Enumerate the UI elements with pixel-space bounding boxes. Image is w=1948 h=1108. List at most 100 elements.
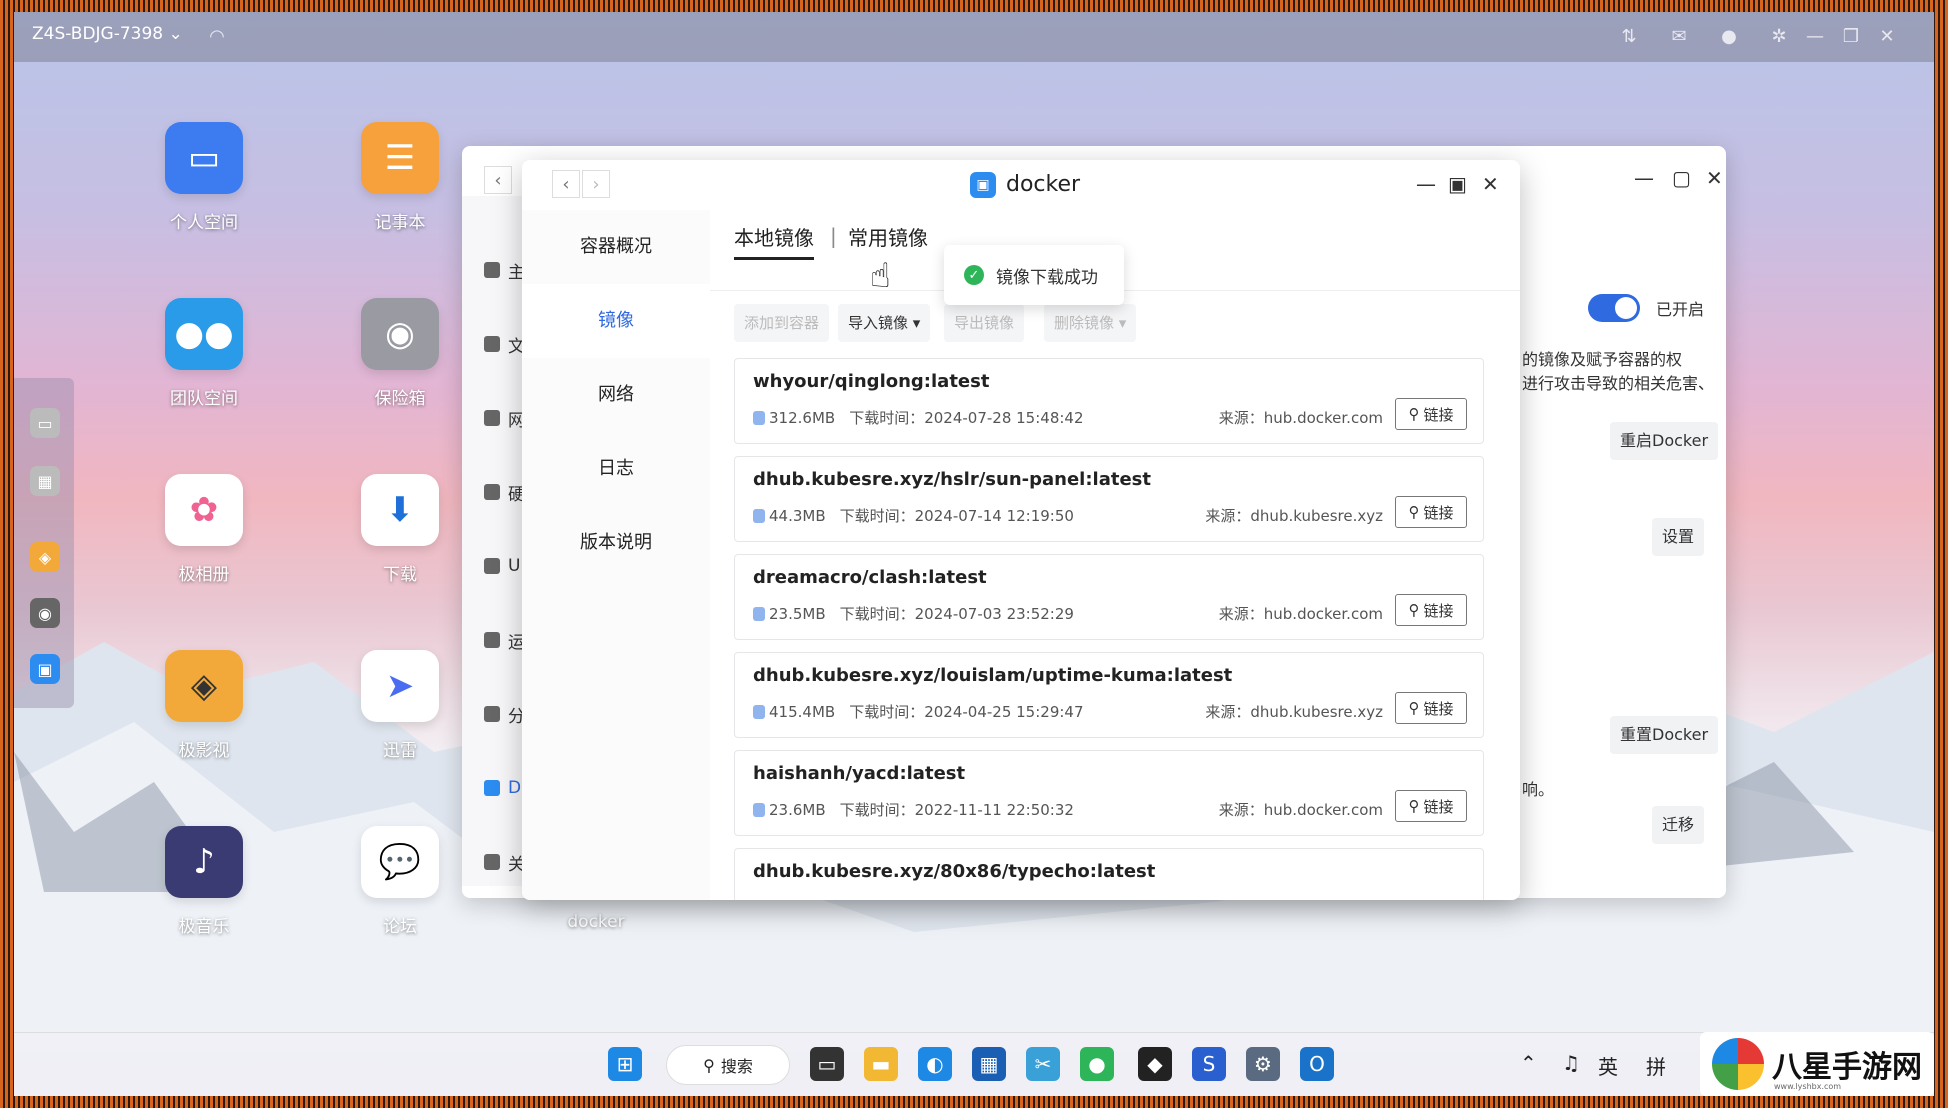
image-size-text: 415.4MB: [769, 702, 836, 721]
maximize-button[interactable]: ▣: [1448, 172, 1467, 196]
image-size: 415.4MB: [753, 703, 835, 721]
add-to-container-button[interactable]: 添加到容器: [734, 304, 830, 342]
message-icon[interactable]: ✉: [1668, 26, 1690, 48]
link-button[interactable]: ⚲ 链接: [1395, 398, 1467, 430]
store-icon[interactable]: ▦: [972, 1047, 1006, 1081]
desktop-icon-forum[interactable]: 💬 论坛: [340, 826, 460, 937]
user-icon[interactable]: ●: [1718, 26, 1740, 48]
settings-sidebar-item[interactable]: 网: [484, 406, 525, 431]
image-card[interactable]: whyour/qinglong:latest 312.6MB 下载时间：2024-…: [734, 358, 1484, 444]
sidebar-item-release-notes[interactable]: 版本说明: [522, 506, 710, 580]
link-button[interactable]: ⚲ 链接: [1395, 692, 1467, 724]
safe-icon[interactable]: ◉: [30, 598, 60, 628]
settings-sidebar-item-docker[interactable]: D: [484, 776, 521, 800]
task-view-icon[interactable]: ▭: [810, 1047, 844, 1081]
host-name[interactable]: Z4S-BDJG-7398 ⌄: [32, 24, 183, 44]
edge-icon[interactable]: ◐: [918, 1047, 952, 1081]
desktop-icon-label: 极影视: [178, 741, 230, 761]
image-card[interactable]: dhub.kubesre.xyz/80x86/typecho:latest: [734, 848, 1484, 900]
app-icon[interactable]: S: [1192, 1047, 1226, 1081]
desktop-icon-safe[interactable]: ◉ 保险箱: [340, 298, 460, 409]
restore-icon[interactable]: ❐: [1840, 26, 1862, 48]
migrate-button[interactable]: 迁移: [1652, 806, 1705, 844]
link-button[interactable]: ⚲ 链接: [1395, 790, 1467, 822]
sidebar-item-images[interactable]: 镜像: [522, 284, 710, 358]
sidebar-item-overview[interactable]: 容器概况: [522, 210, 710, 284]
minimize-button[interactable]: —: [1634, 166, 1654, 190]
link-label: 链接: [1423, 699, 1454, 718]
settings-sidebar-item[interactable]: 运: [484, 628, 525, 653]
image-card[interactable]: dhub.kubesre.xyz/louislam/uptime-kuma:la…: [734, 652, 1484, 738]
settings-sidebar-item[interactable]: 硬: [484, 480, 525, 505]
tab-common-images[interactable]: 常用镜像: [848, 222, 928, 251]
sidebar-item-logs[interactable]: 日志: [522, 432, 710, 506]
desktop-icon-personal-space[interactable]: ▭ 个人空间: [144, 122, 264, 233]
close-icon[interactable]: ✕: [1876, 26, 1898, 48]
image-card[interactable]: haishanh/yacd:latest 23.6MB 下载时间：2022-11-…: [734, 750, 1484, 836]
snipping-icon[interactable]: ✂: [1026, 1047, 1060, 1081]
database-icon: [753, 705, 765, 719]
minimize-icon[interactable]: —: [1804, 26, 1826, 48]
video-icon[interactable]: ◈: [30, 542, 60, 572]
maximize-button[interactable]: ▢: [1672, 166, 1691, 190]
desktop-icon-music[interactable]: ♪ 极音乐: [144, 826, 264, 937]
close-button[interactable]: ✕: [1482, 172, 1499, 196]
desktop-icon-photos[interactable]: ✿ 极相册: [144, 474, 264, 585]
gear-icon[interactable]: ✲: [1768, 26, 1790, 48]
settings-sidebar-item[interactable]: 主: [484, 258, 525, 283]
desktop-icon-download[interactable]: ⬇ 下载: [340, 474, 460, 585]
back-button[interactable]: ‹: [484, 166, 512, 194]
link-button[interactable]: ⚲ 链接: [1395, 496, 1467, 528]
link-button[interactable]: ⚲ 链接: [1395, 594, 1467, 626]
sidebar-icon: [484, 632, 500, 648]
docker-sidebar: 容器概况 镜像 网络 日志 版本说明: [522, 210, 710, 900]
export-image-button[interactable]: 导出镜像: [944, 304, 1025, 342]
close-button[interactable]: ✕: [1706, 166, 1723, 190]
qq-icon[interactable]: ◆: [1138, 1047, 1172, 1081]
toast-message: 镜像下载成功: [996, 267, 1098, 288]
sidebar-icon: [484, 484, 500, 500]
drive-icon[interactable]: ▭: [30, 408, 60, 438]
image-card[interactable]: dhub.kubesre.xyz/hslr/sun-panel:latest 4…: [734, 456, 1484, 542]
watermark-text: 八星手游网: [1772, 1050, 1922, 1085]
file-explorer-icon[interactable]: ▬: [864, 1047, 898, 1081]
reset-docker-button[interactable]: 重置Docker: [1610, 716, 1719, 754]
search-box[interactable]: ⚲ 搜索: [666, 1045, 790, 1085]
desktop-icon-xunlei[interactable]: ➤ 迅雷: [340, 650, 460, 761]
download-time: 下载时间：2024-07-03 23:52:29: [839, 605, 1074, 623]
settings-icon[interactable]: ⚙: [1246, 1047, 1280, 1081]
sidebar-item-network[interactable]: 网络: [522, 358, 710, 432]
outlook-icon[interactable]: O: [1300, 1047, 1334, 1081]
settings-button[interactable]: 设置: [1652, 518, 1705, 556]
hand-cursor-icon: ☝: [870, 256, 891, 296]
back-button[interactable]: ‹: [552, 170, 580, 198]
desktop-icon-team-space[interactable]: ●● 团队空间: [144, 298, 264, 409]
settings-sidebar-item[interactable]: U: [484, 554, 520, 578]
settings-sidebar-item[interactable]: 分: [484, 702, 525, 727]
input-language[interactable]: 英: [1598, 1051, 1618, 1080]
desktop-icon-notepad[interactable]: ☰ 记事本: [340, 122, 460, 233]
wechat-icon[interactable]: ●: [1080, 1047, 1114, 1081]
apps-grid-icon[interactable]: ▦: [30, 466, 60, 496]
docker-enabled-toggle[interactable]: [1588, 294, 1640, 322]
image-card[interactable]: dreamacro/clash:latest 23.5MB 下载时间：2024-0…: [734, 554, 1484, 640]
desktop-icon-video[interactable]: ◈ 极影视: [144, 650, 264, 761]
tab-local-images[interactable]: 本地镜像: [734, 222, 814, 260]
input-method[interactable]: 拼: [1646, 1051, 1666, 1080]
import-image-button[interactable]: 导入镜像 ▾: [838, 304, 931, 342]
chevron-up-icon[interactable]: ⌃: [1520, 1051, 1537, 1075]
minimize-button[interactable]: —: [1416, 172, 1436, 196]
forward-button[interactable]: ›: [582, 170, 610, 198]
start-icon[interactable]: ⊞: [608, 1047, 642, 1081]
desktop-icon-label: 保险箱: [374, 389, 426, 409]
sidebar-icon: [484, 262, 500, 278]
docker-icon[interactable]: ▣: [30, 654, 60, 684]
docker-main: 本地镜像 | 常用镜像 添加到容器 导入镜像 ▾ 导出镜像 删除镜像 ▾ why…: [710, 210, 1520, 900]
transfer-icon[interactable]: ⇅: [1618, 26, 1640, 48]
settings-sidebar-item[interactable]: 文: [484, 332, 525, 357]
settings-sidebar-item[interactable]: 关: [484, 850, 525, 875]
image-size-text: 44.3MB: [769, 506, 826, 525]
restart-docker-button[interactable]: 重启Docker: [1610, 422, 1719, 460]
microphone-icon[interactable]: ♫: [1562, 1051, 1580, 1075]
delete-image-button[interactable]: 删除镜像 ▾: [1044, 304, 1137, 342]
